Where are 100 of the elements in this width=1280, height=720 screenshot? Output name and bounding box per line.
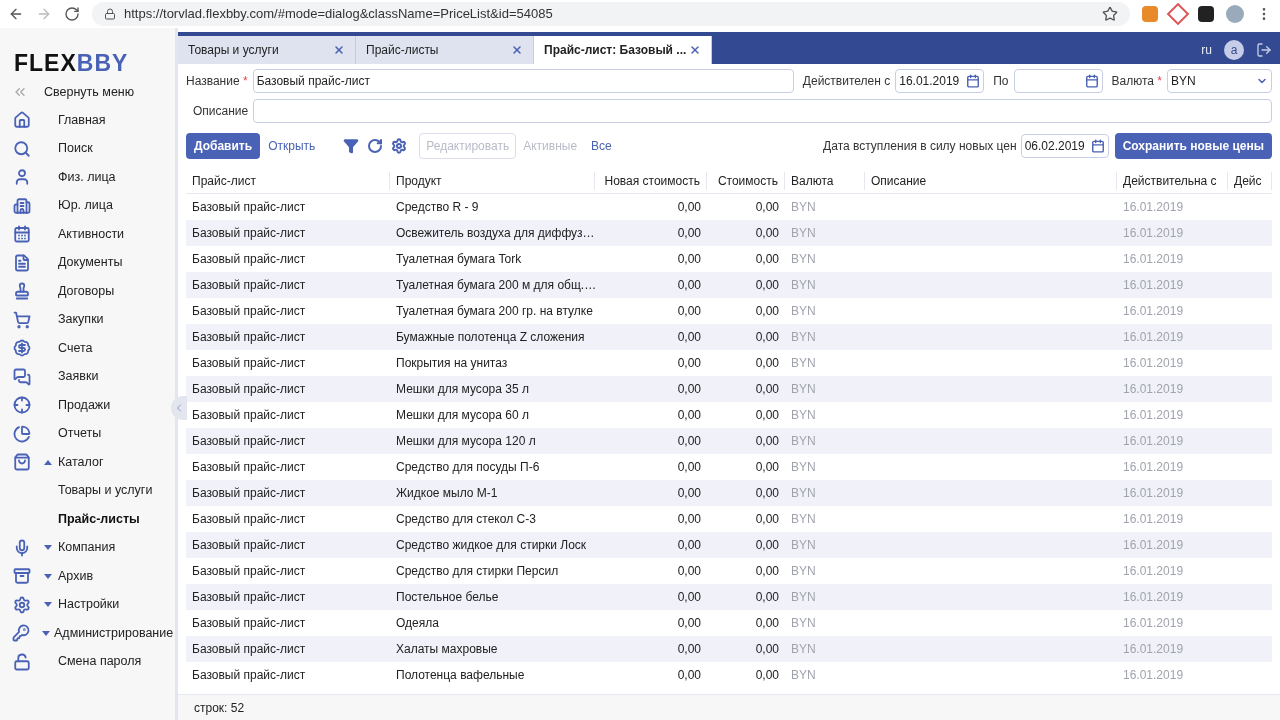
sidebar-item[interactable]: Заявки	[0, 362, 175, 391]
search-icon	[13, 139, 31, 158]
close-icon[interactable]	[511, 44, 523, 56]
table-cell-text: Базовый прайс-лист	[191, 485, 307, 502]
sidebar-item[interactable]: Главная	[0, 106, 175, 135]
close-icon[interactable]	[689, 44, 701, 56]
table-cell-text: 0,00	[676, 667, 702, 684]
table-cell-text: 0,00	[754, 641, 780, 658]
table-cell-text: Постельное белье	[395, 589, 500, 606]
sidebar-item[interactable]: Продажи	[0, 391, 175, 420]
open-button[interactable]: Открыть	[260, 133, 324, 159]
table-cell-text: 0,00	[754, 199, 780, 216]
table-cell-text: BYN	[790, 537, 817, 554]
language-code[interactable]: ru	[1201, 41, 1212, 59]
table-cell-text: BYN	[790, 277, 817, 294]
extension-icon[interactable]	[1166, 2, 1190, 26]
reload-icon[interactable]	[64, 6, 80, 22]
calendar-icon	[13, 225, 31, 244]
currency-dropdown[interactable]: BYN	[1167, 69, 1272, 93]
name-field[interactable]: Базовый прайс-лист	[252, 69, 794, 93]
sidebar-item[interactable]: Архив	[0, 562, 175, 591]
table-cell-text: 16.01.2019	[1122, 615, 1185, 632]
column-header[interactable]: Валюта	[785, 171, 865, 190]
table-cell-text: 16.01.2019	[1122, 589, 1185, 606]
table-cell-text: Средство для стирки Персил	[395, 563, 560, 580]
table-cell-text: 0,00	[676, 303, 702, 320]
table-cell-text: 16.01.2019	[1122, 381, 1185, 398]
collapse-menu-button[interactable]: Свернуть меню	[0, 78, 175, 106]
table-cell-text: Туалетная бумага Tork	[395, 251, 523, 268]
table-cell-text: Базовый прайс-лист	[191, 303, 307, 320]
all-filter-button[interactable]: Все	[584, 133, 619, 159]
table-cell-text: BYN	[790, 329, 817, 346]
logout-icon[interactable]	[1256, 42, 1272, 58]
table-cell-text: Жидкое мыло М-1	[395, 485, 499, 502]
tab[interactable]: Прайс-листы	[356, 36, 534, 64]
sidebar-item[interactable]: Физ. лица	[0, 163, 175, 192]
column-header[interactable]: Новая стоимость	[595, 171, 707, 190]
table-cell-text: Освежитель воздуха для диффуз…	[395, 225, 595, 242]
address-bar[interactable]: https://torvlad.flexbby.com/#mode=dialog&className=PriceList&id=54085	[92, 2, 1130, 26]
table-cell-text: Базовый прайс-лист	[191, 641, 307, 658]
table-cell-text: Базовый прайс-лист	[191, 615, 307, 632]
table-cell-text: 0,00	[754, 537, 780, 554]
calendar-icon	[966, 74, 981, 88]
sidebar-item[interactable]: Поиск	[0, 134, 175, 163]
add-button[interactable]: Добавить	[186, 133, 261, 159]
sidebar-item[interactable]: Юр. лица	[0, 191, 175, 220]
sidebar-item[interactable]: Отчеты	[0, 419, 175, 448]
sidebar-item[interactable]: Активности	[0, 220, 175, 249]
table-cell-text: 0,00	[754, 615, 780, 632]
bookmark-icon[interactable]	[1102, 6, 1118, 22]
date-field[interactable]	[1013, 69, 1103, 93]
sidebar-item[interactable]: Счета	[0, 334, 175, 363]
table-cell-text: Средство R - 9	[395, 199, 480, 216]
column-header[interactable]: Действительна с	[1117, 171, 1228, 190]
table-cell-text: 0,00	[754, 251, 780, 268]
table-cell-text: 0,00	[676, 511, 702, 528]
table-cell-text: BYN	[790, 667, 817, 684]
sidebar-item[interactable]: Договоры	[0, 277, 175, 306]
table-cell-text: BYN	[790, 641, 817, 658]
close-icon[interactable]	[333, 44, 345, 56]
column-header[interactable]: Дейс	[1228, 171, 1272, 190]
sidebar-item[interactable]: Закупки	[0, 305, 175, 334]
collapse-handle[interactable]	[171, 396, 187, 420]
sidebar-item[interactable]: Настройки	[0, 590, 175, 619]
lock-icon	[104, 8, 116, 20]
table-cell-text: Средство жидкое для стирки Лоск	[395, 537, 588, 554]
table-cell-text: Покрытия на унитаз	[395, 355, 509, 372]
table-cell-text: 0,00	[754, 225, 780, 242]
extension-icon[interactable]	[1198, 6, 1214, 22]
column-header[interactable]: Прайс-лист	[186, 171, 390, 190]
settings-icon[interactable]	[391, 138, 408, 154]
tab[interactable]: Прайс-лист: Базовый ...	[534, 36, 712, 64]
sidebar-subitem[interactable]: Товары и услуги	[0, 476, 175, 505]
table-cell-text: Базовый прайс-лист	[191, 407, 307, 424]
pie-chart-icon	[13, 424, 31, 443]
table-cell-text: 0,00	[676, 225, 702, 242]
sidebar-item[interactable]: Документы	[0, 248, 175, 277]
back-icon[interactable]	[8, 6, 24, 22]
column-header[interactable]: Описание	[865, 171, 1117, 190]
calendar-icon	[1090, 139, 1105, 153]
table-cell-text: 0,00	[754, 329, 780, 346]
sidebar-subitem[interactable]: Прайс-листы	[0, 505, 175, 534]
description-field[interactable]	[253, 99, 1272, 123]
table-cell-text: 0,00	[676, 251, 702, 268]
user-avatar[interactable]: a	[1224, 40, 1244, 60]
table-cell-text: Мешки для мусора 120 л	[395, 433, 537, 450]
table-cell-text: Одеяла	[395, 615, 440, 632]
sidebar-item[interactable]: Компания	[0, 533, 175, 562]
column-header[interactable]: Стоимость	[707, 171, 785, 190]
sidebar-item[interactable]: Администрирование	[0, 619, 175, 648]
sidebar-item[interactable]: Смена пароля	[0, 647, 175, 676]
filter-icon[interactable]	[343, 138, 360, 154]
table-cell-text: 16.01.2019	[1122, 329, 1185, 346]
sidebar-item[interactable]: Каталог	[0, 448, 175, 477]
date-field[interactable]: 16.01.2019	[895, 69, 985, 93]
save-prices-button[interactable]: Сохранить новые цены	[1114, 133, 1272, 159]
refresh-icon[interactable]	[367, 138, 384, 154]
column-header[interactable]: Продукт	[390, 171, 595, 190]
tab[interactable]: Товары и услуги	[178, 36, 356, 64]
date-field[interactable]: 06.02.2019	[1020, 134, 1109, 158]
